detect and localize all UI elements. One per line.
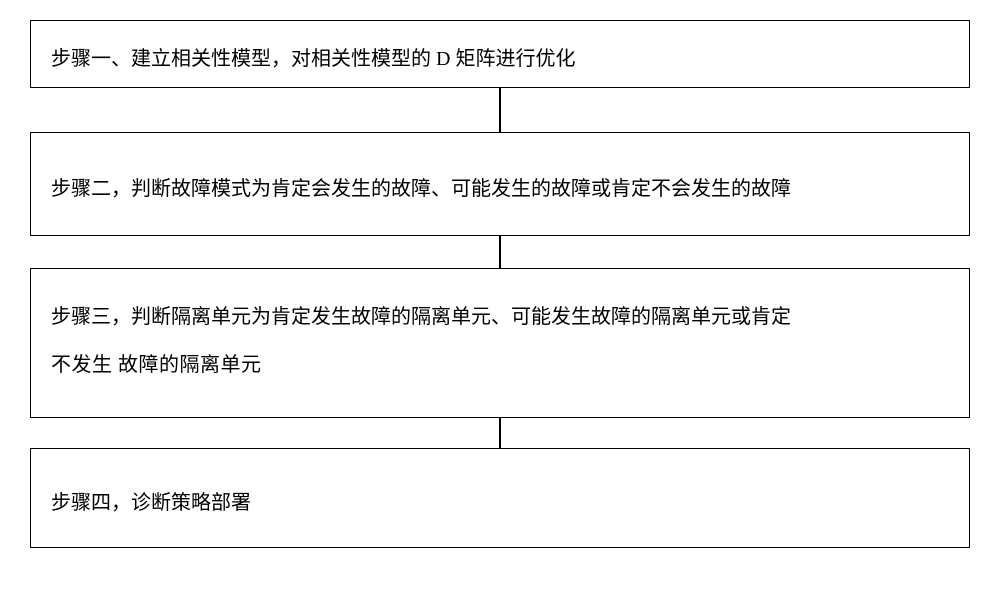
connector-3 [499, 418, 501, 448]
step-box-2: 步骤二，判断故障模式为肯定会发生的故障、可能发生的故障或肯定不会发生的故障 [30, 132, 970, 236]
step-box-3: 步骤三，判断隔离单元为肯定发生故障的隔离单元、可能发生故障的隔离单元或肯定 不发… [30, 268, 970, 418]
step-1-text: 步骤一、建立相关性模型，对相关性模型的 D 矩阵进行优化 [51, 48, 575, 70]
connector-1 [499, 88, 501, 132]
step-4-text: 步骤四，诊断策略部署 [51, 492, 251, 514]
flowchart-container: 步骤一、建立相关性模型，对相关性模型的 D 矩阵进行优化 步骤二，判断故障模式为… [30, 20, 970, 548]
step-box-1: 步骤一、建立相关性模型，对相关性模型的 D 矩阵进行优化 [30, 20, 970, 88]
step-3-line1: 步骤三，判断隔离单元为肯定发生故障的隔离单元、可能发生故障的隔离单元或肯定 [51, 293, 949, 341]
step-box-4: 步骤四，诊断策略部署 [30, 448, 970, 548]
step-3-line2: 不发生 故障的隔离单元 [51, 341, 949, 389]
connector-2 [499, 236, 501, 268]
step-2-text: 步骤二，判断故障模式为肯定会发生的故障、可能发生的故障或肯定不会发生的故障 [51, 178, 791, 200]
